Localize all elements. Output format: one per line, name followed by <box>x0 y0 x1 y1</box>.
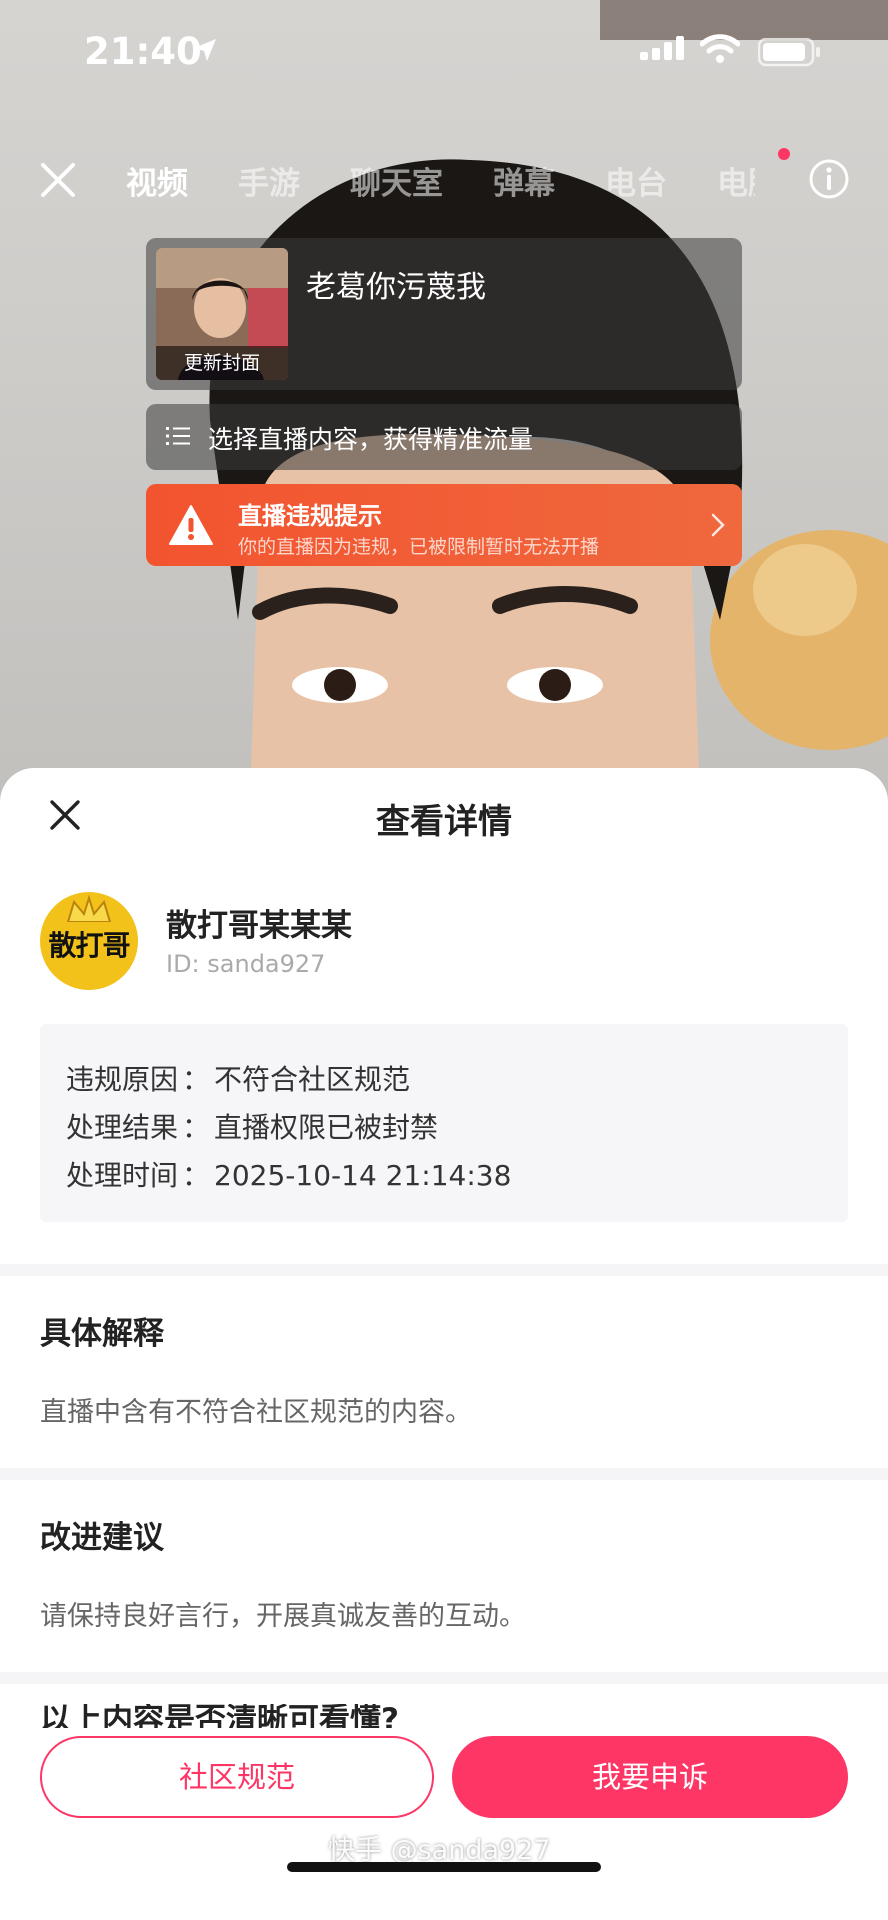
section-divider <box>0 1672 888 1684</box>
section-divider <box>0 1264 888 1276</box>
detail-sep: ： <box>182 1063 211 1096</box>
feedback-question-text: 以上内容是否清晰可看懂? <box>40 1704 399 1728</box>
battery-icon <box>758 38 820 67</box>
action-bar: 社区规范 我要申诉 快手 @sanda927 <box>0 1736 888 1920</box>
live-category-bar: 视频 手游 聊天室 弹幕 电台 电脑 <box>0 148 888 208</box>
list-icon <box>166 427 190 445</box>
home-indicator[interactable] <box>287 1862 601 1872</box>
tab-pc[interactable]: 电脑 <box>717 158 755 203</box>
detail-row-time: 处理时间： 2025-10-14 21:14:38 <box>66 1154 511 1194</box>
user-id: ID: sanda927 <box>166 950 326 978</box>
close-icon[interactable] <box>38 160 78 200</box>
violation-banner[interactable]: 直播违规提示 你的直播因为违规，已被限制暂时无法开播 <box>146 484 742 566</box>
violation-banner-subtitle: 你的直播因为违规，已被限制暂时无法开播 <box>238 536 600 558</box>
section-divider <box>0 1468 888 1480</box>
content-prompt: 选择直播内容，获得精准流量 <box>208 425 534 454</box>
explanation-title: 具体解释 <box>40 1316 164 1352</box>
camera-preview <box>0 0 888 800</box>
sheet-title: 查看详情 <box>376 802 512 842</box>
violation-details: 违规原因：不符合社区规范 处理结果：直播权限已被封禁 处理时间： 2025-10-… <box>40 1024 848 1222</box>
cover-thumbnail[interactable]: 更新封面 <box>156 248 288 380</box>
suggestion-title: 改进建议 <box>40 1520 164 1556</box>
detail-sep: ： <box>182 1111 211 1144</box>
warning-icon <box>169 505 213 545</box>
update-cover-label: 更新封面 <box>156 346 288 380</box>
live-content-selector[interactable]: 选择直播内容，获得精准流量 <box>146 404 742 470</box>
detail-label: 处理时间 <box>66 1159 179 1192</box>
appeal-button[interactable]: 我要申诉 <box>452 1736 848 1818</box>
sheet-header: 查看详情 <box>0 768 888 858</box>
status-time: 21:40 <box>84 30 202 73</box>
category-tabs: 视频 手游 聊天室 弹幕 电台 电脑 <box>126 158 755 203</box>
detail-sep: ： <box>182 1159 211 1192</box>
community-rules-button[interactable]: 社区规范 <box>40 1736 434 1818</box>
tab-danmaku[interactable]: 弹幕 <box>493 158 555 203</box>
feedback-question-title: 以上内容是否清晰可看懂? <box>40 1704 848 1728</box>
detail-row-result: 处理结果：直播权限已被封禁 <box>66 1106 438 1146</box>
detail-value: 不符合社区规范 <box>214 1063 411 1096</box>
notification-dot <box>778 148 790 160</box>
detail-value: 2025-10-14 21:14:38 <box>214 1159 512 1192</box>
chevron-right-icon <box>711 513 725 537</box>
suggestion-body: 请保持良好言行，开展真诚友善的互动。 <box>40 1601 526 1632</box>
tab-mobile-game[interactable]: 手游 <box>238 158 300 203</box>
user-profile: 散打哥 散打哥某某某 ID: sanda927 <box>40 892 848 1002</box>
status-bar: 21:40 <box>0 0 888 104</box>
live-cover-card: 更新封面 老葛你污蔑我 <box>146 238 742 390</box>
detail-row-reason: 违规原因：不符合社区规范 <box>66 1058 410 1098</box>
detail-label: 处理结果 <box>66 1111 179 1144</box>
detail-value: 直播权限已被封禁 <box>214 1111 439 1144</box>
camera-preview-image <box>209 0 888 800</box>
live-title[interactable]: 老葛你污蔑我 <box>306 262 486 306</box>
detail-label: 违规原因 <box>66 1063 179 1096</box>
info-icon[interactable] <box>808 158 850 200</box>
explanation-body: 直播中含有不符合社区规范的内容。 <box>40 1397 472 1428</box>
nickname: 散打哥某某某 <box>166 908 352 944</box>
location-arrow-icon <box>194 39 216 61</box>
wifi-icon <box>700 34 740 63</box>
tab-chatroom[interactable]: 聊天室 <box>350 158 443 203</box>
avatar: 散打哥 <box>40 892 138 990</box>
tab-radio[interactable]: 电台 <box>605 158 667 203</box>
violation-banner-title: 直播违规提示 <box>238 502 382 530</box>
cellular-signal-icon <box>640 36 684 60</box>
details-sheet: 查看详情 散打哥 散打哥某某某 ID: sanda927 违规原因：不符合社区规… <box>0 768 888 1920</box>
tab-video[interactable]: 视频 <box>126 158 188 203</box>
avatar-text: 散打哥 <box>48 929 130 962</box>
